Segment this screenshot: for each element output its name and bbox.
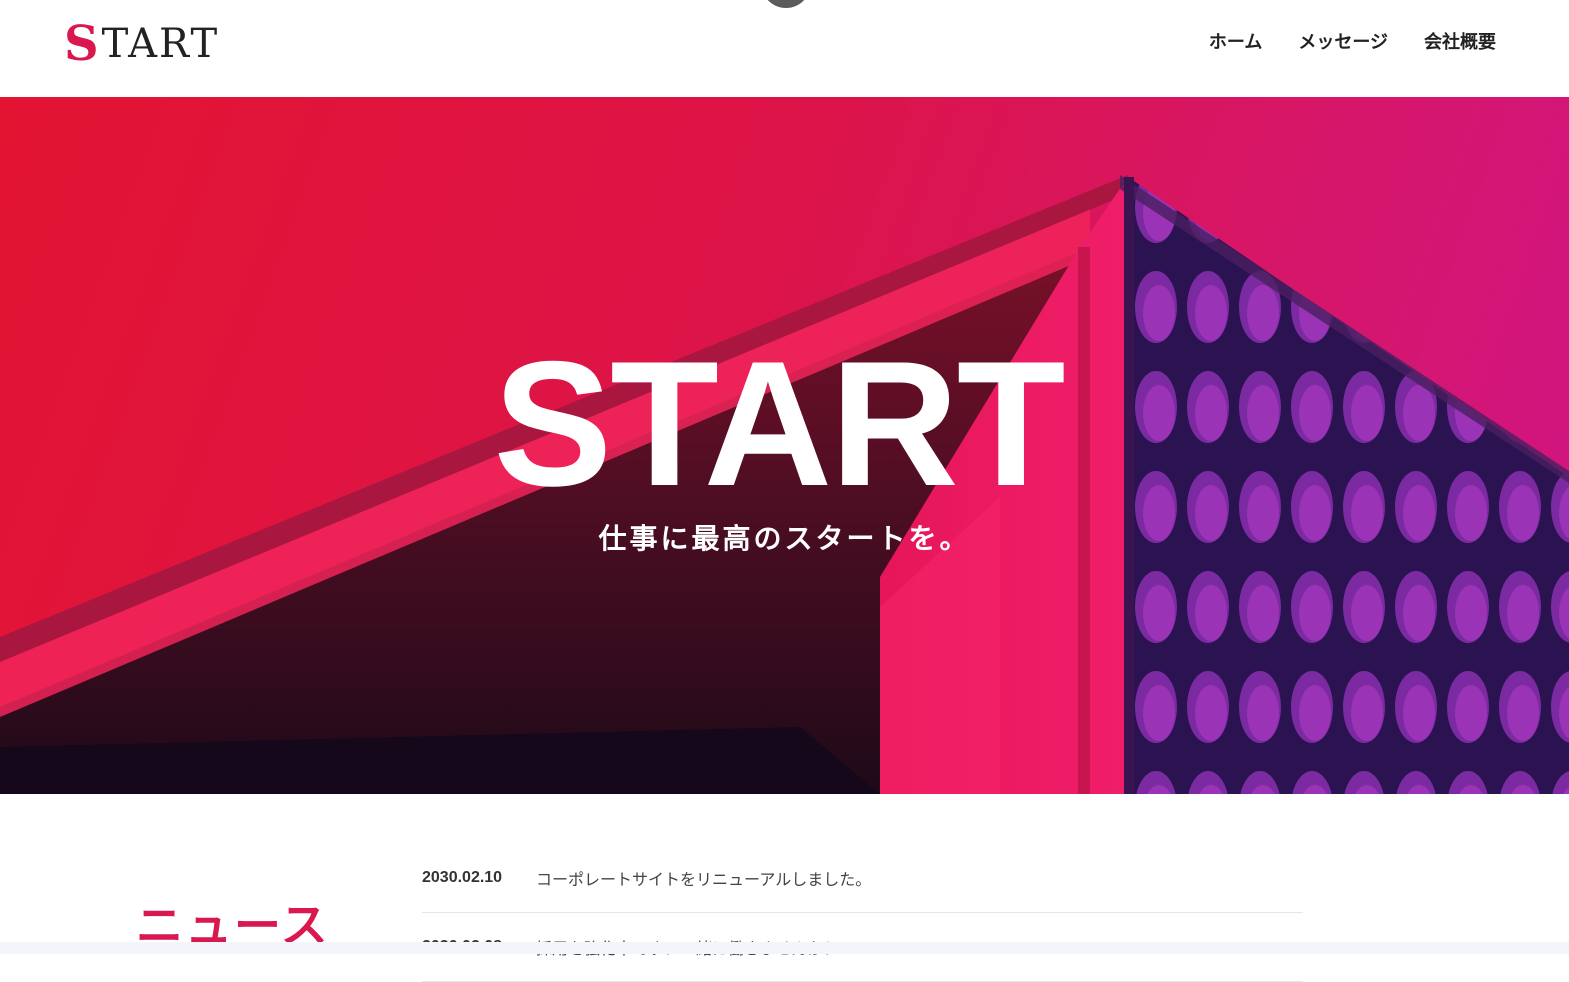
logo-initial: S (64, 16, 101, 72)
nav-home[interactable]: ホーム (1209, 31, 1262, 55)
top-handle (762, 0, 810, 8)
hero-subtitle: 仕事に最高のスタートを。 (598, 522, 971, 555)
logo-text: TART (101, 21, 220, 67)
bottom-fade (0, 942, 1569, 954)
site-logo[interactable]: S TART (64, 16, 220, 72)
site-header: S TART ホーム メッセージ 会社概要 (0, 0, 1569, 97)
news-list: 2030.02.10 コーポレートサイトをリニューアルしました。 2030.02… (422, 844, 1303, 982)
news-date: 2030.02.10 (422, 869, 503, 886)
news-item[interactable]: 2030.02.10 コーポレートサイトをリニューアルしました。 (422, 844, 1303, 913)
nav-company[interactable]: 会社概要 (1424, 31, 1496, 55)
hero-title: START (493, 324, 1065, 523)
news-title: コーポレートサイトをリニューアルしました。 (536, 870, 872, 889)
nav-message[interactable]: メッセージ (1298, 31, 1388, 55)
main-nav: ホーム メッセージ 会社概要 (1209, 31, 1496, 55)
hero-section: START 仕事に最高のスタートを。 (0, 97, 1569, 794)
